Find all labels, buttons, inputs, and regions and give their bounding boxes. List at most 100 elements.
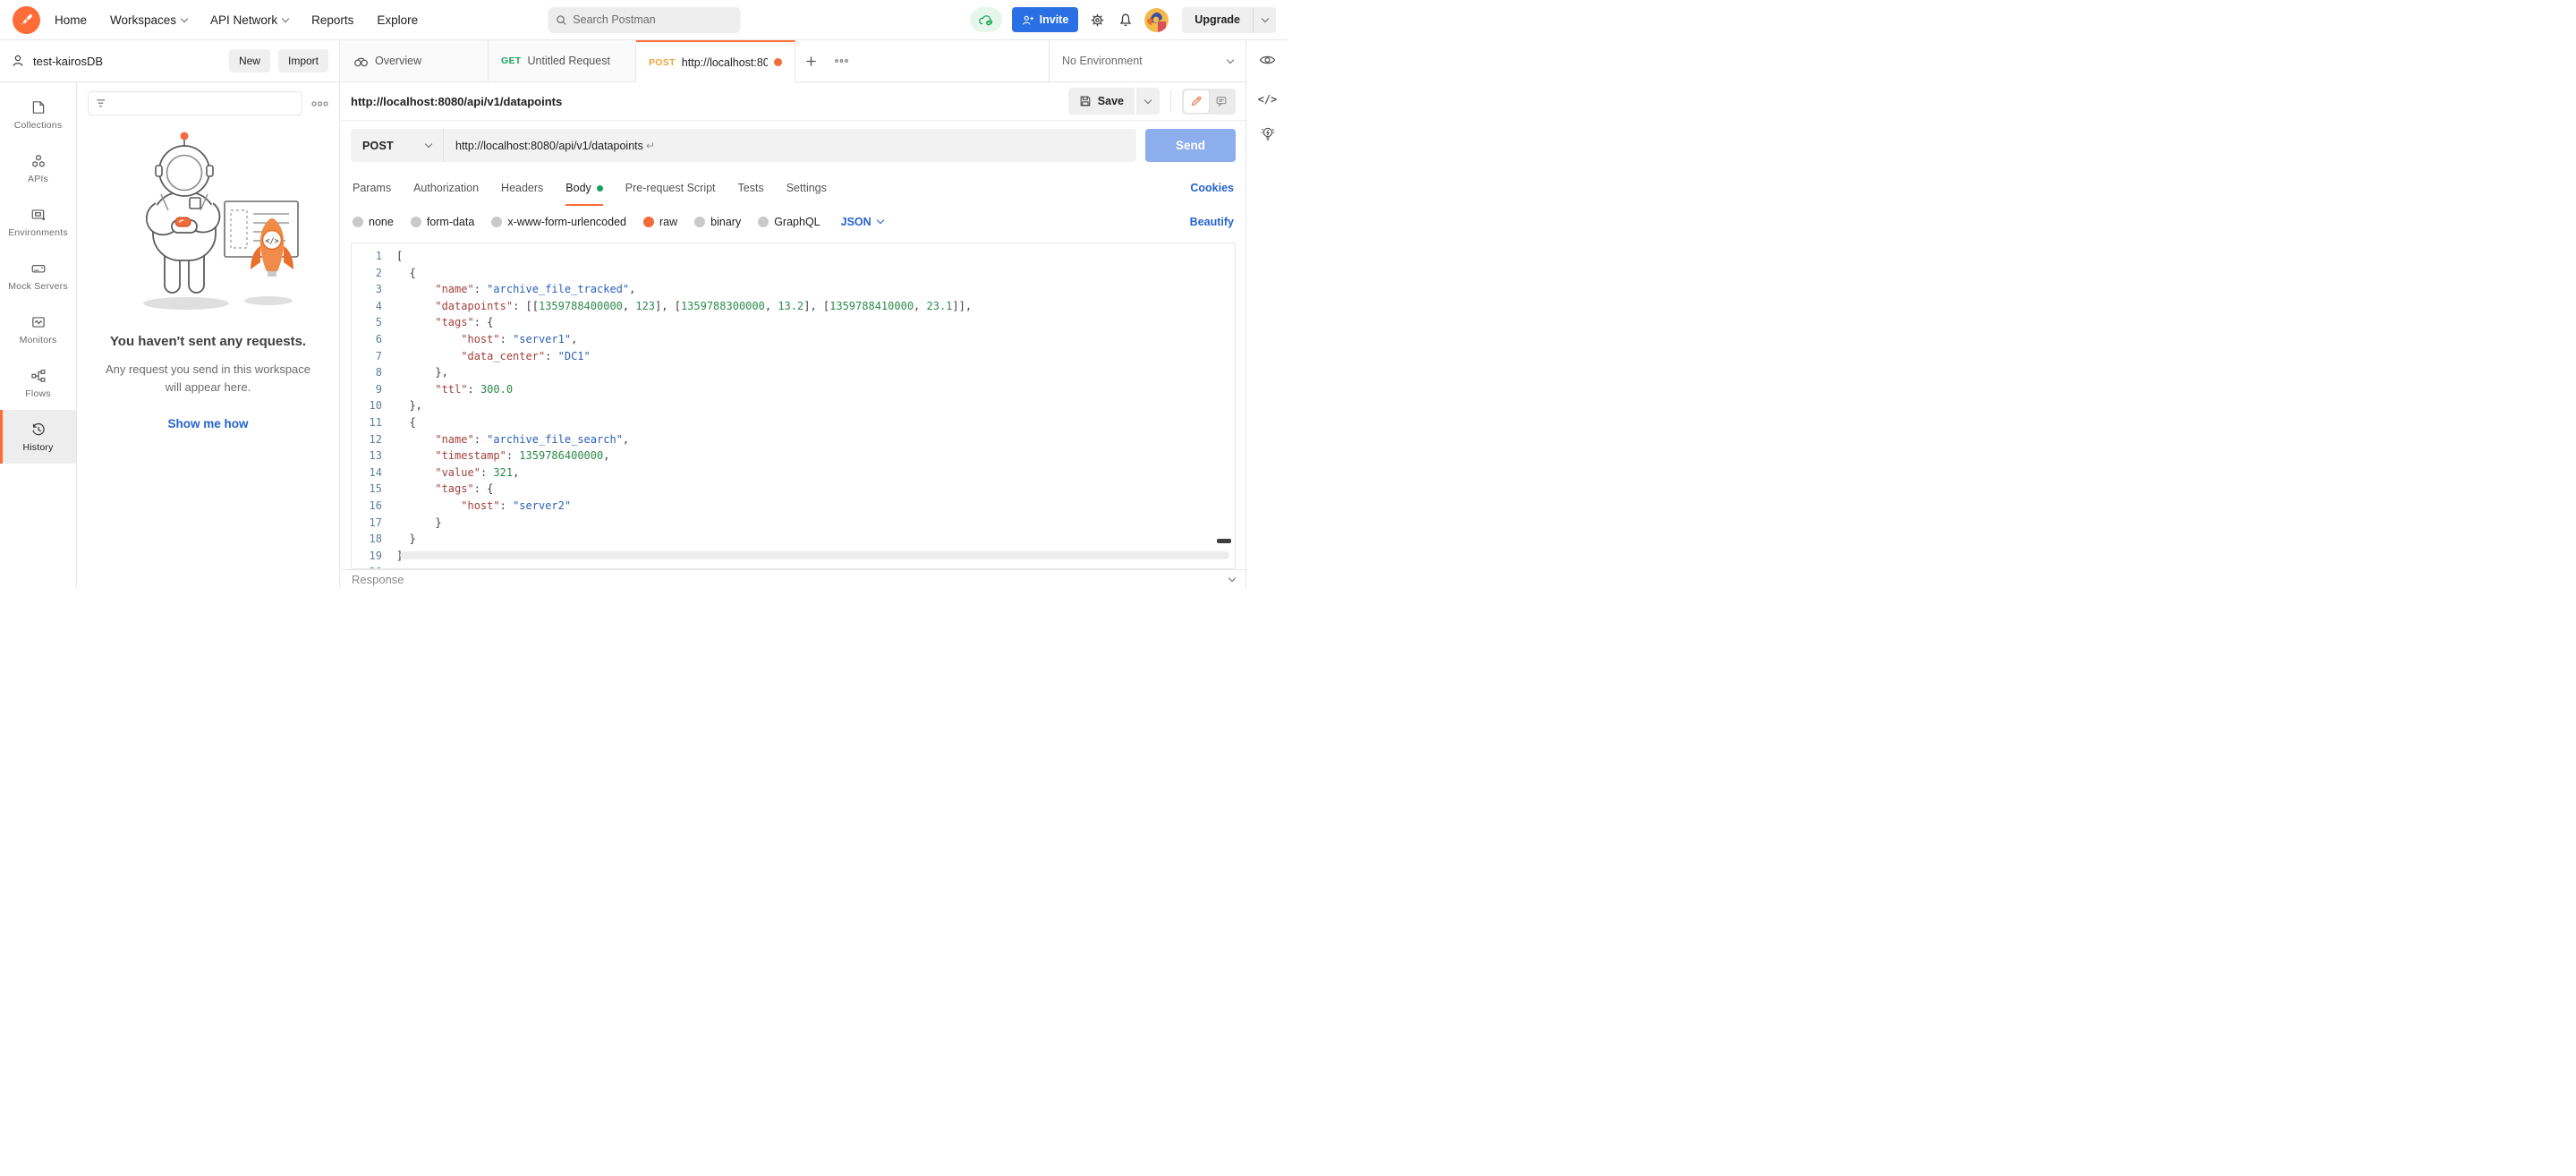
cookies-link[interactable]: Cookies — [1190, 182, 1234, 194]
comment-mode-button[interactable] — [1209, 90, 1234, 113]
code-line: 14 "value": 321, — [352, 464, 1235, 481]
monitors-icon — [30, 314, 47, 330]
new-button[interactable]: New — [229, 49, 270, 72]
tab-body[interactable]: Body — [565, 170, 603, 206]
nav-workspaces[interactable]: Workspaces — [110, 13, 187, 27]
mode-graphql[interactable]: GraphQL — [758, 216, 820, 228]
line-number: 3 — [352, 281, 396, 298]
sidebar-panel: </> — [77, 82, 339, 588]
line-number: 13 — [352, 447, 396, 464]
history-filter[interactable] — [88, 91, 302, 115]
nav-home[interactable]: Home — [55, 13, 87, 27]
code-line: 11 { — [352, 414, 1235, 431]
history-icon — [30, 422, 47, 438]
mode-binary[interactable]: binary — [694, 216, 741, 228]
new-tab-button[interactable] — [795, 40, 826, 81]
sync-status-badge[interactable] — [970, 7, 1002, 32]
sidebar-item-monitors[interactable]: Monitors — [0, 303, 76, 356]
body-populated-dot — [597, 185, 603, 192]
tab-body-label: Body — [565, 182, 591, 194]
tab-headers[interactable]: Headers — [501, 170, 543, 206]
unsaved-changes-dot — [774, 58, 782, 66]
code-text: "value": 321, — [396, 464, 519, 481]
plus-icon — [804, 55, 818, 68]
tab-params[interactable]: Params — [353, 170, 391, 206]
workspace-header: test-kairosDB New Import — [0, 40, 339, 82]
sidebar-item-flows[interactable]: Flows — [0, 356, 76, 410]
radio-icon — [411, 217, 421, 227]
code-line: 5 "tags": { — [352, 314, 1235, 331]
method-selector[interactable]: POST — [351, 129, 444, 162]
tab-tests[interactable]: Tests — [738, 170, 764, 206]
horizontal-scrollbar[interactable] — [400, 551, 1229, 559]
lightbulb-icon[interactable] — [1260, 125, 1276, 143]
save-options-button[interactable] — [1135, 88, 1160, 115]
edit-mode-button[interactable] — [1184, 90, 1209, 113]
mode-raw[interactable]: raw — [643, 216, 677, 228]
sidebar-item-history[interactable]: History — [0, 410, 76, 464]
svg-text:</>: </> — [265, 237, 278, 246]
upgrade-button[interactable]: Upgrade — [1182, 7, 1253, 33]
sidebar-item-apis[interactable]: APIs — [0, 141, 76, 195]
sidebar-item-environments[interactable]: Environments — [0, 195, 76, 249]
language-selector[interactable]: JSON — [841, 216, 883, 228]
nav-api-network[interactable]: API Network — [210, 13, 288, 27]
more-options-icon[interactable] — [311, 100, 328, 107]
nav-reports[interactable]: Reports — [311, 13, 353, 27]
postman-logo-icon[interactable] — [13, 6, 40, 34]
history-filter-input[interactable] — [111, 98, 294, 110]
send-button[interactable]: Send — [1145, 129, 1236, 162]
nav-home-label: Home — [55, 13, 87, 27]
beautify-link[interactable]: Beautify — [1190, 216, 1234, 228]
response-bar[interactable]: Response — [341, 569, 1245, 588]
mode-x-www-form-urlencoded[interactable]: x-www-form-urlencoded — [491, 216, 626, 228]
tab-settings-label: Settings — [786, 182, 827, 194]
invite-button[interactable]: Invite — [1012, 7, 1079, 32]
code-line: 10 }, — [352, 397, 1235, 414]
tab-options-button[interactable] — [826, 40, 856, 81]
environment-quick-look-icon[interactable] — [1259, 54, 1276, 66]
workspace-name[interactable]: test-kairosDB — [33, 55, 103, 68]
tab-pre-request-script[interactable]: Pre-request Script — [625, 170, 716, 206]
save-button[interactable]: Save — [1068, 88, 1135, 115]
sidebar-item-mock-servers[interactable]: Mock Servers — [0, 249, 76, 303]
line-number: 12 — [352, 431, 396, 448]
nav-explore[interactable]: Explore — [377, 13, 418, 27]
avatar[interactable] — [1144, 8, 1169, 32]
vertical-scrollbar-thumb[interactable] — [1217, 539, 1231, 543]
tab-authorization[interactable]: Authorization — [413, 170, 479, 206]
global-search[interactable] — [548, 7, 741, 33]
code-line: 3 "name": "archive_file_tracked", — [352, 281, 1235, 298]
search-input[interactable] — [573, 13, 732, 26]
request-option-tabs: Params Authorization Headers Body Pre-re… — [341, 170, 1245, 206]
code-line: 9 "ttl": 300.0 — [352, 381, 1235, 398]
settings-button[interactable] — [1088, 11, 1107, 30]
import-button[interactable]: Import — [278, 49, 328, 72]
chevron-down-icon — [1144, 96, 1152, 103]
upgrade-menu-button[interactable] — [1253, 7, 1276, 33]
show-me-how-link[interactable]: Show me how — [167, 417, 248, 430]
tab-overview[interactable]: Overview — [341, 40, 489, 81]
tab-params-label: Params — [353, 182, 391, 194]
mode-none-label: none — [369, 216, 394, 228]
tab-post-datapoints[interactable]: POST http://localhost:8080/ — [636, 40, 795, 82]
url-row: POST http://localhost:8080/api/v1/datapo… — [341, 121, 1245, 170]
cloud-check-icon — [978, 13, 994, 27]
mode-none[interactable]: none — [353, 216, 394, 228]
divider — [1170, 90, 1171, 112]
code-snippet-icon[interactable]: </> — [1258, 93, 1278, 106]
tab-untitled-request[interactable]: GET Untitled Request — [489, 40, 636, 81]
line-number: 1 — [352, 248, 396, 265]
code-text: "tags": { — [396, 481, 493, 498]
tab-headers-label: Headers — [501, 182, 543, 194]
notifications-button[interactable] — [1117, 11, 1135, 30]
url-input[interactable]: http://localhost:8080/api/v1/datapoints↵ — [444, 139, 1136, 152]
code-line: 8 }, — [352, 364, 1235, 381]
sidebar-item-collections[interactable]: Collections — [0, 88, 76, 141]
environment-selector[interactable]: No Environment — [1049, 40, 1245, 81]
sidebar-item-label: Mock Servers — [8, 281, 68, 292]
body-editor[interactable]: 1[2 {3 "name": "archive_file_tracked",4 … — [351, 243, 1236, 569]
mode-raw-label: raw — [659, 216, 677, 228]
mode-form-data[interactable]: form-data — [411, 216, 475, 228]
tab-settings[interactable]: Settings — [786, 170, 827, 206]
